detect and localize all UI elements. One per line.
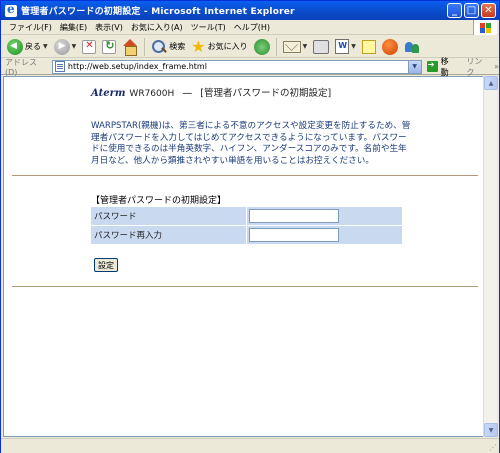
home-icon [122, 39, 138, 56]
edit-dropdown-icon[interactable]: ▼ [351, 43, 356, 50]
separator-top [12, 175, 478, 176]
submit-button[interactable]: 設定 [94, 258, 118, 272]
menu-tools[interactable]: ツール(T) [187, 22, 230, 33]
favorites-star-icon: ★ [191, 36, 206, 56]
model-name: WR7600H [129, 89, 175, 99]
address-url[interactable]: http://web.setup/index_frame.html [68, 62, 207, 71]
mail-icon [282, 40, 301, 53]
menu-edit[interactable]: 編集(E) [56, 22, 91, 33]
menu-bar: ファイル(F) 編集(E) 表示(V) お気に入り(A) ツール(T) ヘルプ(… [1, 20, 499, 35]
stop-button[interactable] [80, 37, 98, 57]
page-content: Aterm WR7600H — [管理者パスワードの初期設定] WARPSTAR… [3, 76, 485, 437]
password-confirm-input[interactable] [249, 228, 339, 242]
toolbar-separator [144, 37, 146, 56]
resize-grip-icon[interactable]: ⋰ [489, 443, 497, 452]
header-dash: — [182, 88, 193, 99]
maximize-button[interactable]: □ [464, 3, 479, 18]
page-header: Aterm WR7600H — [管理者パスワードの初期設定] [91, 85, 331, 99]
form-row-password-confirm: パスワード再入力 [91, 226, 402, 244]
window-controls: _ □ ✕ [447, 3, 496, 18]
messenger-button[interactable] [380, 37, 400, 57]
close-button[interactable]: ✕ [481, 3, 496, 18]
forward-arrow-icon [53, 38, 70, 55]
menu-view[interactable]: 表示(V) [91, 22, 127, 33]
address-label: アドレス(D) [5, 57, 37, 77]
notice-text: WARPSTAR(親機)は、第三者による不意のアクセスや設定変更を防止するため、… [91, 121, 411, 166]
form-row-password: パスワード [91, 207, 402, 225]
minimize-button[interactable]: _ [447, 3, 462, 18]
ie-logo-icon [5, 2, 17, 17]
windows-logo-icon [473, 20, 497, 35]
page-title: [管理者パスワードの初期設定] [200, 88, 332, 99]
address-dropdown-icon[interactable]: ▼ [407, 60, 421, 73]
discuss-button[interactable] [360, 37, 378, 57]
forward-button[interactable]: ▼ [52, 37, 79, 57]
search-label: 検索 [169, 42, 186, 51]
edit-button[interactable]: ▼ [333, 37, 358, 57]
toolbar-separator [275, 37, 277, 56]
browser-window: 管理者パスワードの初期設定 - Microsoft Internet Explo… [0, 0, 500, 453]
links-chevron-icon[interactable]: » [494, 62, 499, 71]
stop-icon [82, 39, 97, 54]
password-cell [247, 207, 402, 225]
go-label: 移動 [440, 56, 449, 77]
media-icon [253, 38, 270, 55]
password-form: パスワード パスワード再入力 [91, 207, 402, 245]
address-input[interactable]: http://web.setup/index_frame.html ▼ [51, 59, 422, 74]
back-dropdown-icon[interactable]: ▼ [43, 43, 48, 50]
back-label: 戻る [25, 42, 41, 51]
brand-logo: Aterm [91, 88, 126, 99]
print-icon [313, 39, 330, 54]
favorites-button[interactable]: ★ お気に入り [189, 37, 249, 57]
separator-bottom [12, 286, 478, 287]
refresh-button[interactable] [100, 37, 118, 57]
back-button[interactable]: 戻る ▼ [5, 37, 50, 57]
print-button[interactable] [311, 37, 331, 57]
title-bar: 管理者パスワードの初期設定 - Microsoft Internet Explo… [1, 1, 499, 20]
password-input[interactable] [249, 209, 339, 223]
password-confirm-label: パスワード再入力 [91, 226, 246, 244]
search-icon [151, 39, 167, 55]
password-label: パスワード [91, 207, 246, 225]
vertical-scrollbar[interactable]: ▲ ▼ [483, 76, 498, 437]
form-title: 【管理者パスワードの初期設定】 [91, 196, 227, 206]
scroll-down-icon[interactable]: ▼ [484, 423, 498, 437]
address-bar: アドレス(D) http://web.setup/index_frame.htm… [1, 56, 499, 78]
go-button[interactable]: 移動 [426, 56, 457, 78]
word-edit-icon [335, 39, 350, 54]
note-icon [361, 39, 376, 54]
toolbar: 戻る ▼ ▼ 検索 ★ お気に入り ▼ [1, 36, 499, 58]
people-button[interactable] [402, 37, 422, 57]
links-label[interactable]: リンク [466, 56, 490, 78]
home-button[interactable] [120, 37, 140, 57]
password-confirm-cell [247, 226, 402, 244]
mail-dropdown-icon[interactable]: ▼ [303, 43, 308, 50]
page-icon [54, 61, 65, 72]
people-icon [404, 39, 420, 55]
go-arrow-icon [426, 60, 438, 72]
mail-button[interactable]: ▼ [281, 37, 310, 57]
menu-favorites[interactable]: お気に入り(A) [127, 22, 187, 33]
menu-help[interactable]: ヘルプ(H) [230, 22, 274, 33]
forward-dropdown-icon[interactable]: ▼ [72, 43, 77, 50]
search-button[interactable]: 検索 [149, 37, 187, 57]
refresh-icon [102, 39, 117, 54]
status-bar: ⋰ [1, 438, 499, 453]
orange-circle-icon [381, 38, 398, 55]
scroll-up-icon[interactable]: ▲ [484, 76, 498, 90]
favorites-label: お気に入り [207, 42, 248, 51]
window-title: 管理者パスワードの初期設定 - Microsoft Internet Explo… [21, 7, 295, 17]
menu-file[interactable]: ファイル(F) [5, 22, 56, 33]
back-arrow-icon [7, 38, 23, 55]
media-button[interactable] [252, 37, 272, 57]
